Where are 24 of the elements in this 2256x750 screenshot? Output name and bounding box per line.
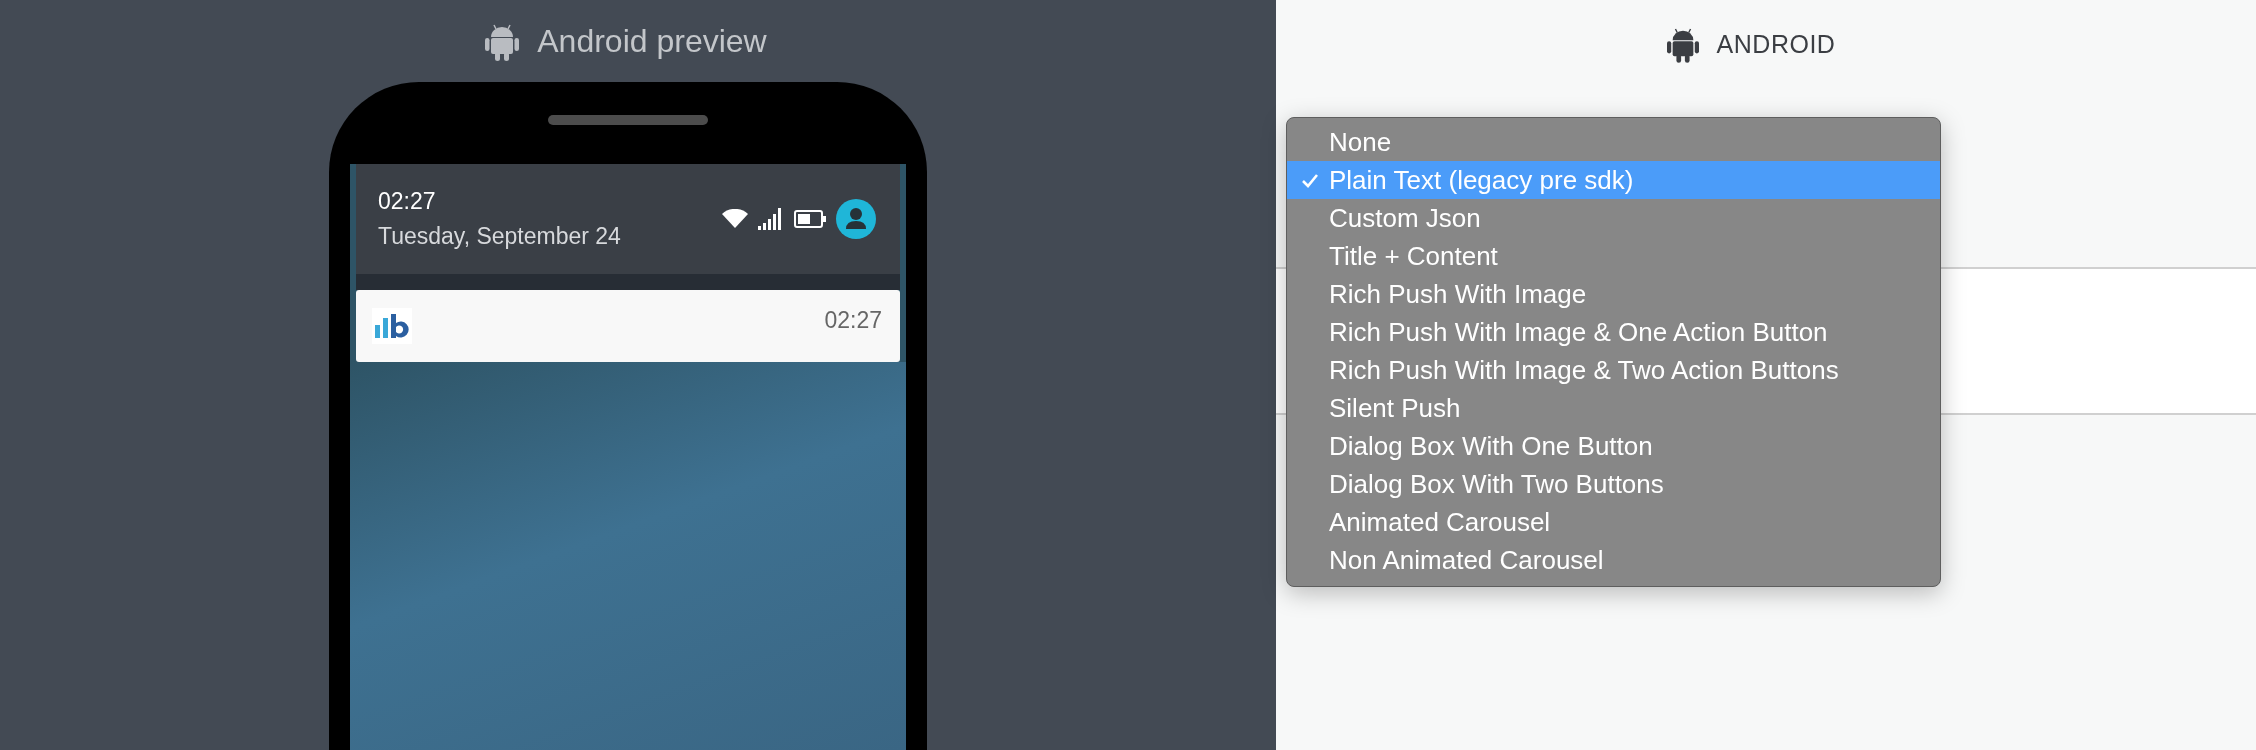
dropdown-option[interactable]: Non Animated Carousel [1287,541,1940,579]
dropdown-option[interactable]: Rich Push With Image & Two Action Buttons [1287,351,1940,389]
platform-title: ANDROID [1716,29,1836,59]
status-date: Tuesday, September 24 [378,223,621,250]
app-logo-icon [372,308,412,344]
dropdown-option[interactable]: Plain Text (legacy pre sdk) [1287,161,1940,199]
checkmark-icon [1301,173,1319,189]
status-time: 02:27 [378,188,437,215]
dropdown-option[interactable]: Title + Content [1287,237,1940,275]
wifi-icon [722,209,748,229]
dropdown-option[interactable]: Custom Json [1287,199,1940,237]
avatar-icon [836,199,876,239]
signal-icon [758,208,784,230]
preview-title: Android preview [537,22,767,60]
notification-time: 02:27 [824,306,882,334]
dropdown-option[interactable]: Silent Push [1287,389,1940,427]
dropdown-option[interactable]: Dialog Box With Two Buttons [1287,465,1940,503]
dropdown-option[interactable]: None [1287,123,1940,161]
dropdown-option[interactable]: Animated Carousel [1287,503,1940,541]
dropdown-option[interactable]: Dialog Box With One Button [1287,427,1940,465]
dropdown-option[interactable]: Rich Push With Image [1287,275,1940,313]
notification-card[interactable]: 02:27 [356,290,900,362]
dropdown-option[interactable]: Rich Push With Image & One Action Button [1287,313,1940,351]
battery-icon [794,210,826,228]
